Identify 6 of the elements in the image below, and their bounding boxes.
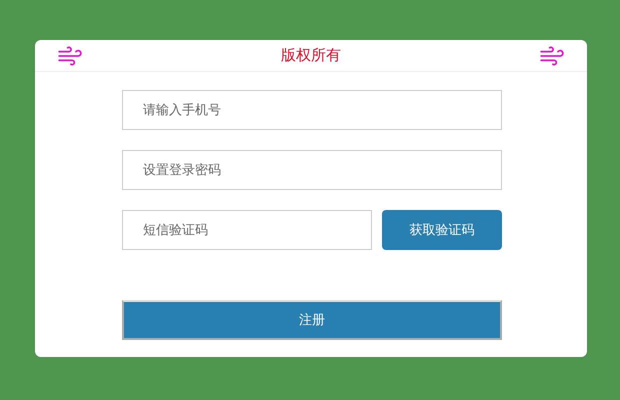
get-code-button[interactable]: 获取验证码 <box>382 210 502 250</box>
header-title: 版权所有 <box>281 46 341 65</box>
register-button[interactable]: 注册 <box>122 300 502 340</box>
input-field[interactable]: 短信验证码 <box>122 210 372 250</box>
input-field[interactable]: 设置登录密码 <box>122 150 502 190</box>
input-field[interactable]: 请输入手机号 <box>122 90 502 130</box>
